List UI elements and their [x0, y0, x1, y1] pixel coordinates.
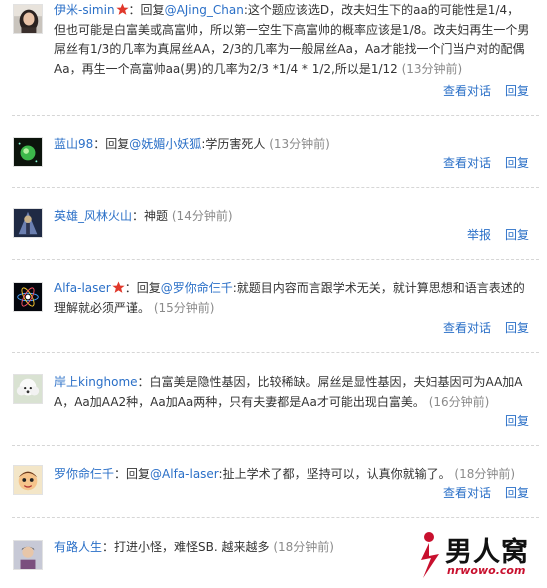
comment-time: (18分钟前) [454, 467, 516, 481]
comment-reply-prefix: ：回复 [128, 3, 165, 17]
comment-list: 伊米-simin ：回复@AJing_Chan:这个题应该选D，改夫妇生下的aa的… [0, 0, 547, 588]
comment-reply-prefix: ： [132, 209, 145, 223]
comment-text: 罗你命仨千：回复@Alfa-laser:扯上学术了都，坚持可以，认真你就输了。 … [54, 465, 530, 485]
avatar[interactable] [13, 137, 43, 167]
separator [12, 259, 539, 260]
comment-actions: 举报 回复 [453, 226, 529, 243]
comment-reply-prefix: ：回复 [93, 137, 130, 151]
comment-username[interactable]: 伊米-simin [54, 3, 115, 17]
reply-link[interactable]: 回复 [505, 156, 529, 170]
comment-username[interactable]: 英雄_风林火山 [54, 209, 132, 223]
comment-text: 蓝山98：回复@妩媚小妖狐:学历害死人 (13分钟前) [54, 135, 530, 155]
avatar[interactable] [13, 208, 43, 238]
view-conversation-link[interactable]: 查看对话 [443, 321, 491, 335]
comment-username[interactable]: 岸上kinghome [54, 375, 138, 389]
comment-content: 神题 [144, 209, 169, 223]
comment-mention[interactable]: @罗你命仨千 [161, 281, 233, 295]
vip-star-icon [115, 3, 129, 15]
comment-reply-prefix: ：回复 [124, 281, 161, 295]
view-conversation-link[interactable]: 查看对话 [443, 156, 491, 170]
avatar-atom-icon [14, 283, 42, 311]
comment-time: (13分钟前) [401, 61, 463, 76]
reply-link[interactable]: 回复 [505, 84, 529, 98]
avatar[interactable] [13, 465, 43, 495]
comment-text: 英雄_风林火山：神题 (14分钟前) [54, 207, 530, 227]
watermark-figure-icon [421, 532, 439, 578]
comment-actions: 查看对话 回复 [429, 319, 529, 336]
avatar[interactable] [13, 540, 43, 570]
watermark-logo: 男人窝 nrwowo.com [409, 530, 541, 582]
avatar[interactable] [13, 374, 43, 404]
comment-username[interactable]: Alfa-laser [54, 281, 111, 295]
separator [12, 445, 539, 446]
comment-mention[interactable]: @AJing_Chan [165, 3, 244, 17]
avatar-warrior-icon [14, 209, 42, 237]
comment-mention[interactable]: @Alfa-laser [150, 467, 219, 481]
separator [12, 187, 539, 188]
comment-time: (14分钟前) [171, 209, 233, 223]
comment-text: 伊米-simin ：回复@AJing_Chan:这个题应该选D，改夫妇生下的aa的… [54, 1, 530, 79]
separator [12, 517, 539, 518]
comment-reply-prefix: ：回复 [114, 467, 151, 481]
avatar[interactable] [13, 282, 43, 312]
comment-reply-prefix: ： [137, 375, 150, 389]
reply-link[interactable]: 回复 [505, 321, 529, 335]
comment-mention[interactable]: @妩媚小妖狐 [129, 137, 201, 151]
reply-link[interactable]: 回复 [505, 228, 529, 242]
comment-username[interactable]: 罗你命仨千 [54, 467, 114, 481]
comment-time: (16分钟前) [428, 394, 490, 409]
comment-actions: 回复 [491, 412, 529, 429]
avatar-green-orb-icon [14, 138, 42, 166]
report-link[interactable]: 举报 [467, 228, 491, 242]
avatar-cartoon-icon [14, 466, 42, 494]
comment-username[interactable]: 有路人生 [54, 540, 102, 554]
comment-time: (15分钟前) [153, 300, 215, 315]
avatar-poodle-icon [14, 375, 42, 403]
comment-actions: 查看对话 回复 [429, 82, 529, 99]
avatar-girl-icon [14, 5, 42, 33]
watermark-url: nrwowo.com [447, 564, 526, 577]
comment-reply-prefix: ： [102, 540, 115, 554]
comment-actions: 查看对话 回复 [429, 484, 529, 501]
avatar[interactable] [13, 4, 43, 34]
avatar-person-icon [14, 541, 42, 569]
comment-time: (18分钟前) [273, 540, 334, 554]
comment-content: :扯上学术了都，坚持可以，认真你就输了。 [218, 467, 451, 481]
comment-content: :学历害死人 [201, 137, 266, 151]
view-conversation-link[interactable]: 查看对话 [443, 84, 491, 98]
comment-username[interactable]: 蓝山98 [54, 137, 93, 151]
comment-content: 打进小怪，难怪SB. 越来越多 [114, 540, 270, 554]
comment-actions: 查看对话 回复 [429, 154, 529, 171]
reply-link[interactable]: 回复 [505, 486, 529, 500]
comment-time: (13分钟前) [269, 137, 330, 151]
view-conversation-link[interactable]: 查看对话 [443, 486, 491, 500]
comment-text: 岸上kinghome：白富美是隐性基因，比较稀缺。屌丝是显性基因，夫妇基因可为A… [54, 373, 530, 412]
comment-text: Alfa-laser ：回复@罗你命仨千:就题目内容而言跟学术无关，就计算思想和语… [54, 279, 530, 318]
separator [12, 352, 539, 353]
separator [12, 115, 539, 116]
reply-link[interactable]: 回复 [505, 414, 529, 428]
vip-star-icon [112, 281, 125, 293]
